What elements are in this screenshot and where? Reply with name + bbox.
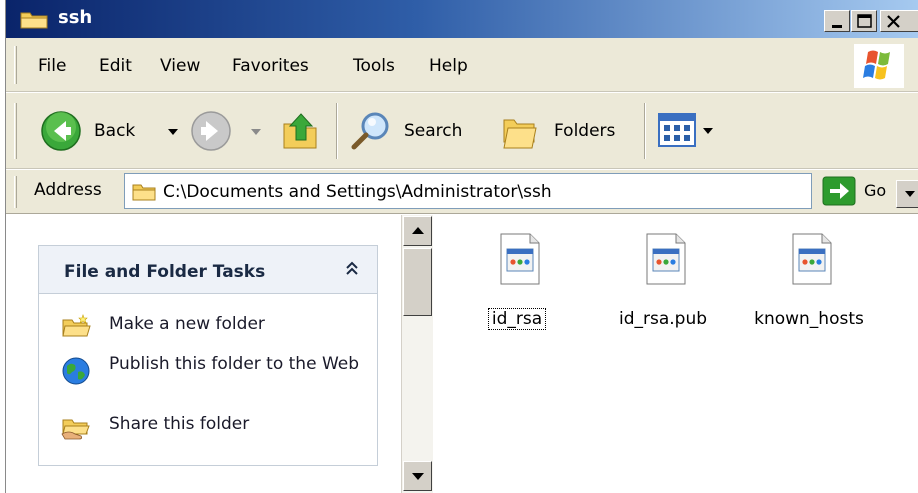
task-make-new-folder[interactable]: Make a new folder bbox=[61, 314, 361, 338]
address-input[interactable]: C:\Documents and Settings\Administrator\… bbox=[124, 173, 918, 209]
share-folder-icon bbox=[61, 419, 90, 440]
address-grip[interactable] bbox=[14, 176, 17, 208]
folders-label: Folders bbox=[554, 121, 616, 141]
address-label: Address bbox=[34, 180, 102, 200]
views-button[interactable] bbox=[658, 111, 720, 151]
search-button[interactable]: Search bbox=[348, 108, 478, 154]
menu-view[interactable]: View bbox=[160, 56, 200, 76]
menu-grip[interactable] bbox=[14, 46, 17, 84]
back-arrow-icon bbox=[41, 111, 81, 151]
go-arrow-icon bbox=[822, 176, 856, 206]
scroll-down-button[interactable] bbox=[403, 461, 432, 491]
menu-edit[interactable]: Edit bbox=[99, 56, 132, 76]
globe-icon bbox=[62, 357, 90, 385]
file-folder-tasks-panel: File and Folder Tasks Make a new folder bbox=[38, 245, 378, 466]
file-name: known_hosts bbox=[754, 309, 864, 329]
file-icon bbox=[646, 233, 686, 285]
content-area: File and Folder Tasks Make a new folder bbox=[6, 215, 918, 493]
maximize-icon bbox=[857, 14, 872, 28]
menu-file[interactable]: File bbox=[38, 56, 66, 76]
back-dropdown-icon[interactable] bbox=[167, 127, 179, 137]
views-icon bbox=[658, 113, 696, 147]
new-folder-icon bbox=[62, 314, 91, 337]
back-button[interactable]: Back bbox=[34, 108, 184, 154]
file-item[interactable]: id_rsa bbox=[457, 233, 577, 343]
menu-tools[interactable]: Tools bbox=[353, 56, 395, 76]
toolbar-separator bbox=[336, 103, 338, 159]
toolbar-grip[interactable] bbox=[14, 103, 17, 159]
toolbar-separator bbox=[644, 103, 646, 159]
go-button[interactable]: Go bbox=[816, 174, 904, 208]
forward-arrow-icon bbox=[191, 111, 231, 151]
task-label: Publish this folder to the Web bbox=[109, 354, 360, 374]
file-name: id_rsa bbox=[487, 308, 547, 330]
folders-icon bbox=[503, 119, 537, 149]
tasks-title: File and Folder Tasks bbox=[64, 262, 266, 282]
window-title: ssh bbox=[58, 7, 93, 28]
address-value: C:\Documents and Settings\Administrator\… bbox=[163, 182, 552, 202]
folders-button[interactable]: Folders bbox=[498, 108, 633, 154]
file-item[interactable]: known_hosts bbox=[749, 233, 869, 343]
standard-toolbar: Back Search Folders bbox=[6, 93, 918, 169]
tasks-scrollbar[interactable] bbox=[401, 215, 433, 493]
go-label: Go bbox=[864, 181, 887, 200]
search-label: Search bbox=[404, 121, 463, 141]
tasks-header[interactable]: File and Folder Tasks bbox=[39, 246, 377, 294]
menu-help[interactable]: Help bbox=[429, 56, 468, 76]
file-icon bbox=[500, 233, 540, 285]
file-item[interactable]: id_rsa.pub bbox=[603, 233, 723, 343]
forward-dropdown-icon[interactable] bbox=[250, 127, 262, 137]
title-bar[interactable]: ssh bbox=[6, 0, 918, 38]
scroll-up-arrow-icon bbox=[412, 227, 424, 234]
views-dropdown-icon bbox=[703, 128, 713, 134]
close-button[interactable] bbox=[880, 10, 918, 32]
explorer-window: ssh File Edit View Favorites Tools Help bbox=[5, 0, 918, 493]
back-label: Back bbox=[94, 121, 136, 141]
minimize-icon bbox=[832, 25, 842, 28]
file-name: id_rsa.pub bbox=[618, 309, 708, 329]
tasks-pane: File and Folder Tasks Make a new folder bbox=[6, 215, 401, 493]
minimize-button[interactable] bbox=[824, 10, 850, 32]
search-icon bbox=[351, 112, 389, 150]
scroll-down-arrow-icon bbox=[412, 473, 424, 480]
menu-bar: File Edit View Favorites Tools Help bbox=[6, 38, 918, 92]
up-folder-icon[interactable] bbox=[280, 110, 322, 152]
maximize-button[interactable] bbox=[851, 10, 877, 32]
task-publish-web[interactable]: Publish this folder to the Web bbox=[61, 354, 361, 404]
scroll-up-button[interactable] bbox=[403, 216, 432, 246]
file-icon bbox=[792, 233, 832, 285]
close-icon bbox=[887, 15, 900, 28]
folder-icon bbox=[20, 12, 48, 29]
scroll-thumb[interactable] bbox=[403, 248, 432, 316]
windows-logo-icon bbox=[854, 44, 904, 88]
task-share-folder[interactable]: Share this folder bbox=[61, 414, 361, 440]
menu-favorites[interactable]: Favorites bbox=[232, 56, 309, 76]
address-bar: Address C:\Documents and Settings\Admini… bbox=[6, 170, 918, 214]
collapse-chevron-icon[interactable] bbox=[339, 256, 365, 282]
task-label: Make a new folder bbox=[109, 314, 265, 334]
task-label: Share this folder bbox=[109, 414, 250, 434]
folder-icon bbox=[132, 184, 156, 201]
forward-button[interactable] bbox=[190, 108, 270, 154]
